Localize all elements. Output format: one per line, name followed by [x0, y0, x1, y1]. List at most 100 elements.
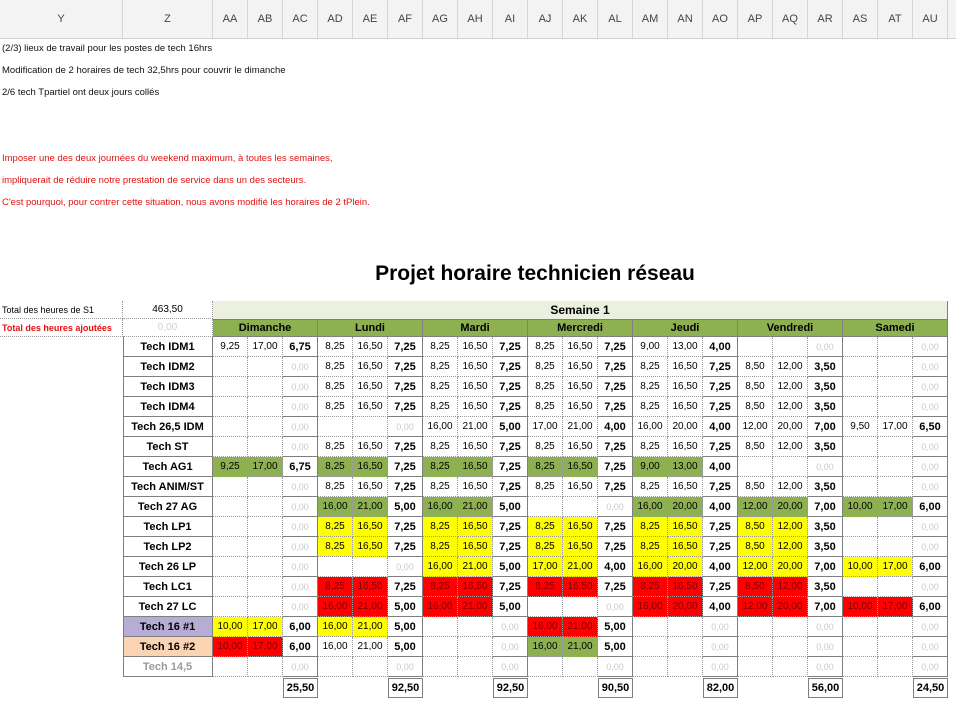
end-time-cell[interactable]	[878, 397, 913, 417]
hours-total-cell[interactable]: 5,00	[388, 617, 423, 637]
hours-total-cell[interactable]: 7,25	[493, 537, 528, 557]
column-header-aa[interactable]: AA	[213, 0, 248, 38]
end-time-cell[interactable]	[458, 637, 493, 657]
hours-total-cell[interactable]: 7,25	[703, 377, 738, 397]
start-time-cell[interactable]	[843, 357, 878, 377]
end-time-cell[interactable]: 16,50	[353, 397, 388, 417]
end-time-cell[interactable]	[353, 417, 388, 437]
hours-total-cell[interactable]: 0,00	[493, 617, 528, 637]
end-time-cell[interactable]	[878, 537, 913, 557]
start-time-cell[interactable]: 8,50	[738, 517, 773, 537]
hours-total-cell[interactable]: 0,00	[283, 497, 318, 517]
hours-total-cell[interactable]: 7,25	[598, 537, 633, 557]
hours-total-cell[interactable]: 7,25	[493, 477, 528, 497]
start-time-cell[interactable]	[213, 517, 248, 537]
start-time-cell[interactable]	[843, 397, 878, 417]
hours-total-cell[interactable]: 5,00	[493, 557, 528, 577]
end-time-cell[interactable]	[353, 557, 388, 577]
start-time-cell[interactable]	[843, 437, 878, 457]
end-time-cell[interactable]: 16,50	[353, 337, 388, 357]
column-header-ah[interactable]: AH	[458, 0, 493, 38]
hours-total-cell[interactable]: 0,00	[808, 657, 843, 677]
end-time-cell[interactable]: 20,00	[668, 557, 703, 577]
start-time-cell[interactable]: 8,25	[318, 397, 353, 417]
end-time-cell[interactable]: 16,50	[458, 537, 493, 557]
column-header-au[interactable]: AU	[913, 0, 948, 38]
end-time-cell[interactable]: 21,00	[353, 637, 388, 657]
end-time-cell[interactable]: 12,00	[773, 577, 808, 597]
column-header-af[interactable]: AF	[388, 0, 423, 38]
start-time-cell[interactable]: 8,25	[423, 337, 458, 357]
hours-total-cell[interactable]: 0,00	[283, 537, 318, 557]
start-time-cell[interactable]: 8,25	[633, 377, 668, 397]
hours-total-cell[interactable]: 0,00	[913, 337, 948, 357]
tech-row-label[interactable]: Tech 27 LC	[123, 597, 213, 617]
hours-total-cell[interactable]: 7,25	[598, 397, 633, 417]
hours-total-cell[interactable]: 5,00	[493, 497, 528, 517]
start-time-cell[interactable]: 8,25	[633, 477, 668, 497]
end-time-cell[interactable]: 20,00	[668, 497, 703, 517]
tech-row-label[interactable]: Tech ST	[123, 437, 213, 457]
start-time-cell[interactable]: 8,25	[528, 517, 563, 537]
start-time-cell[interactable]: 8,25	[423, 457, 458, 477]
end-time-cell[interactable]: 16,50	[668, 577, 703, 597]
hours-total-cell[interactable]: 0,00	[913, 477, 948, 497]
hours-total-cell[interactable]: 4,00	[598, 417, 633, 437]
end-time-cell[interactable]	[248, 397, 283, 417]
start-time-cell[interactable]: 16,00	[528, 617, 563, 637]
hours-total-cell[interactable]: 3,50	[808, 517, 843, 537]
added-hours-label[interactable]: Total des heures ajoutées	[0, 319, 123, 337]
end-time-cell[interactable]	[773, 337, 808, 357]
tech-row-label[interactable]: Tech 16 #2	[123, 637, 213, 657]
end-time-cell[interactable]	[458, 617, 493, 637]
hours-total-cell[interactable]: 0,00	[913, 517, 948, 537]
start-time-cell[interactable]: 8,25	[318, 357, 353, 377]
start-time-cell[interactable]	[738, 617, 773, 637]
hours-total-cell[interactable]: 0,00	[913, 577, 948, 597]
start-time-cell[interactable]	[738, 457, 773, 477]
tech-row-label[interactable]: Tech LC1	[123, 577, 213, 597]
start-time-cell[interactable]	[843, 577, 878, 597]
start-time-cell[interactable]: 10,00	[213, 617, 248, 637]
end-time-cell[interactable]	[458, 657, 493, 677]
end-time-cell[interactable]: 12,00	[773, 397, 808, 417]
hours-total-cell[interactable]: 0,00	[493, 657, 528, 677]
hours-total-cell[interactable]: 0,00	[703, 657, 738, 677]
added-hours-value[interactable]: 0,00	[123, 319, 213, 337]
end-time-cell[interactable]: 21,00	[353, 497, 388, 517]
start-time-cell[interactable]	[528, 597, 563, 617]
start-time-cell[interactable]: 8,50	[738, 437, 773, 457]
end-time-cell[interactable]	[878, 657, 913, 677]
end-time-cell[interactable]	[668, 657, 703, 677]
start-time-cell[interactable]: 16,00	[423, 597, 458, 617]
end-time-cell[interactable]: 16,50	[563, 457, 598, 477]
hours-total-cell[interactable]: 6,50	[913, 417, 948, 437]
end-time-cell[interactable]: 12,00	[773, 377, 808, 397]
start-time-cell[interactable]: 8,50	[738, 577, 773, 597]
start-time-cell[interactable]: 12,00	[738, 417, 773, 437]
end-time-cell[interactable]: 16,50	[668, 477, 703, 497]
hours-total-cell[interactable]: 4,00	[703, 417, 738, 437]
end-time-cell[interactable]: 16,50	[668, 537, 703, 557]
hours-total-cell[interactable]: 7,25	[598, 517, 633, 537]
start-time-cell[interactable]: 16,00	[318, 637, 353, 657]
hours-total-cell[interactable]: 5,00	[388, 597, 423, 617]
hours-total-cell[interactable]: 0,00	[388, 417, 423, 437]
start-time-cell[interactable]	[213, 357, 248, 377]
start-time-cell[interactable]	[843, 477, 878, 497]
end-time-cell[interactable]: 17,00	[878, 557, 913, 577]
end-time-cell[interactable]: 12,00	[773, 357, 808, 377]
hours-total-cell[interactable]: 7,25	[703, 437, 738, 457]
end-time-cell[interactable]	[878, 517, 913, 537]
hours-total-cell[interactable]: 7,25	[388, 337, 423, 357]
end-time-cell[interactable]	[248, 537, 283, 557]
end-time-cell[interactable]: 16,50	[668, 517, 703, 537]
end-time-cell[interactable]: 12,00	[773, 517, 808, 537]
end-time-cell[interactable]: 16,50	[353, 457, 388, 477]
end-time-cell[interactable]	[878, 437, 913, 457]
end-time-cell[interactable]: 21,00	[458, 497, 493, 517]
start-time-cell[interactable]: 8,25	[528, 437, 563, 457]
hours-total-cell[interactable]: 7,25	[493, 357, 528, 377]
hours-total-cell[interactable]: 0,00	[283, 477, 318, 497]
hours-total-cell[interactable]: 0,00	[598, 597, 633, 617]
